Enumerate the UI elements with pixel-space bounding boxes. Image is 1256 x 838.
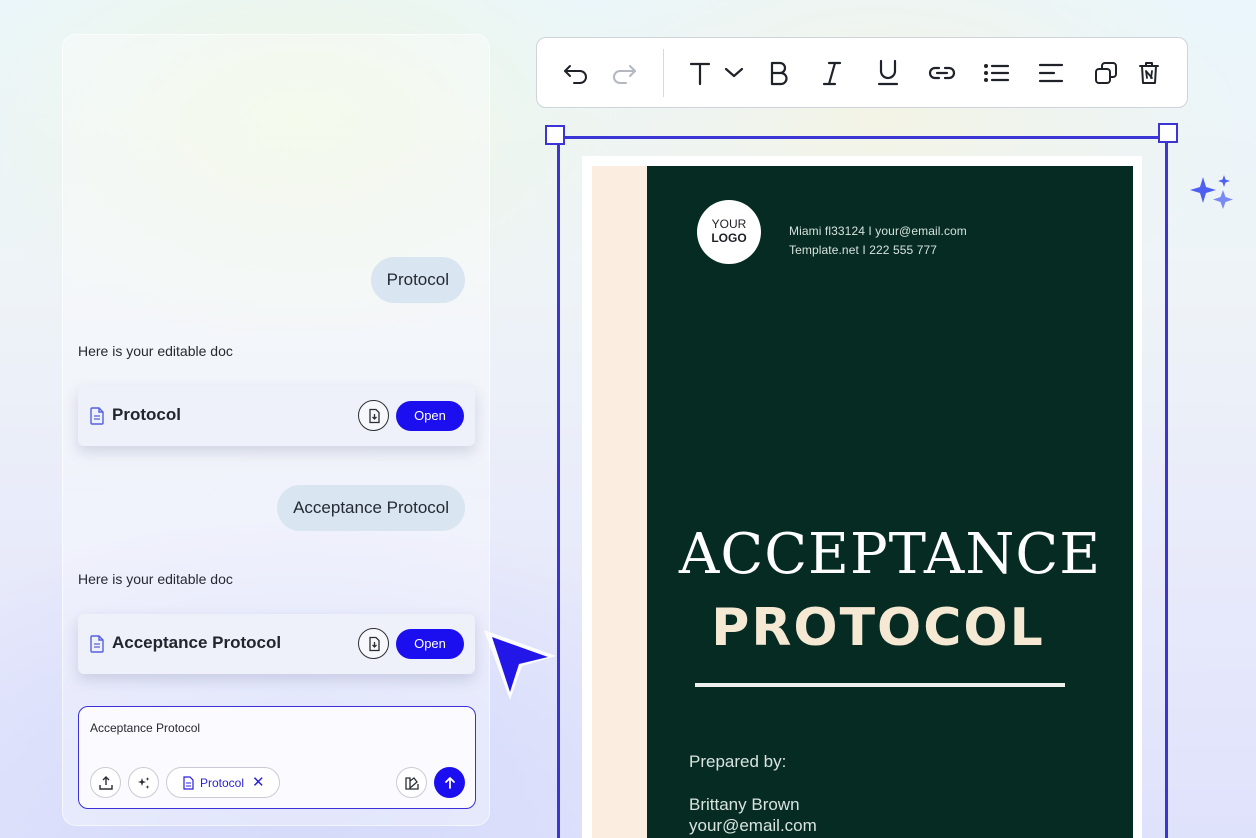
download-icon — [368, 636, 380, 651]
editor-toolbar — [536, 37, 1188, 108]
send-button[interactable] — [434, 767, 465, 798]
redo-icon — [613, 65, 636, 84]
open-button[interactable]: Open — [396, 629, 464, 659]
resize-handle-top-left[interactable] — [545, 125, 565, 145]
chevron-down-icon — [724, 67, 744, 78]
doc-card-title: Protocol — [112, 405, 181, 424]
assistant-message: Here is your editable doc — [78, 571, 233, 587]
align-button[interactable] — [1036, 58, 1066, 88]
sparkle-icon — [137, 776, 149, 789]
delete-button[interactable] — [1134, 58, 1164, 88]
message-composer[interactable]: Acceptance Protocol Protocol ✕ — [78, 706, 476, 809]
resize-handle-top-right[interactable] — [1158, 123, 1178, 143]
underline-button[interactable] — [873, 58, 903, 88]
undo-button[interactable] — [561, 58, 591, 88]
doc-card-title: Acceptance Protocol — [112, 633, 282, 652]
upload-button[interactable] — [90, 767, 121, 798]
download-icon — [368, 408, 380, 423]
document-icon — [90, 407, 104, 425]
download-button[interactable] — [358, 400, 389, 431]
close-icon[interactable]: ✕ — [252, 773, 265, 791]
upload-icon — [98, 775, 113, 790]
theme-button[interactable] — [396, 767, 427, 798]
bold-button[interactable] — [764, 58, 794, 88]
user-message-bubble: Protocol — [370, 257, 465, 303]
bold-icon — [770, 61, 788, 86]
document-icon — [90, 635, 104, 653]
bullet-list-icon — [984, 64, 1010, 82]
chip-label: Protocol — [200, 776, 245, 790]
sparkle-icon — [1190, 175, 1233, 209]
link-button[interactable] — [927, 58, 957, 88]
underline-icon — [877, 59, 899, 86]
text-style-icon — [689, 62, 711, 86]
redo-button[interactable] — [609, 58, 639, 88]
assistant-message: Here is your editable doc — [78, 343, 233, 359]
arrow-up-icon — [444, 776, 455, 789]
duplicate-icon — [1095, 62, 1117, 84]
align-left-icon — [1038, 63, 1064, 83]
chat-panel: Protocol Here is your editable doc Proto… — [62, 34, 490, 826]
bullet-list-button[interactable] — [981, 58, 1011, 88]
link-icon — [928, 66, 956, 80]
duplicate-button[interactable] — [1091, 58, 1121, 88]
palette-icon — [404, 776, 419, 790]
context-chip[interactable]: Protocol ✕ — [166, 767, 280, 798]
text-style-button[interactable] — [685, 58, 715, 88]
doc-card[interactable]: Protocol Open — [78, 386, 475, 446]
text-style-dropdown[interactable] — [719, 58, 749, 88]
download-button[interactable] — [358, 628, 389, 659]
composer-input[interactable]: Acceptance Protocol — [90, 721, 200, 735]
selection-frame — [557, 136, 1168, 838]
document-icon — [183, 776, 194, 790]
user-message-bubble: Acceptance Protocol — [277, 485, 465, 531]
open-button[interactable]: Open — [396, 401, 464, 431]
undo-icon — [564, 65, 587, 84]
italic-icon — [822, 61, 842, 86]
pointer-cursor-icon — [484, 630, 556, 700]
doc-card[interactable]: Acceptance Protocol Open — [78, 614, 475, 674]
toolbar-divider — [663, 49, 664, 97]
trash-icon — [1139, 62, 1159, 84]
italic-button[interactable] — [817, 58, 847, 88]
ai-enhance-button[interactable] — [128, 767, 159, 798]
